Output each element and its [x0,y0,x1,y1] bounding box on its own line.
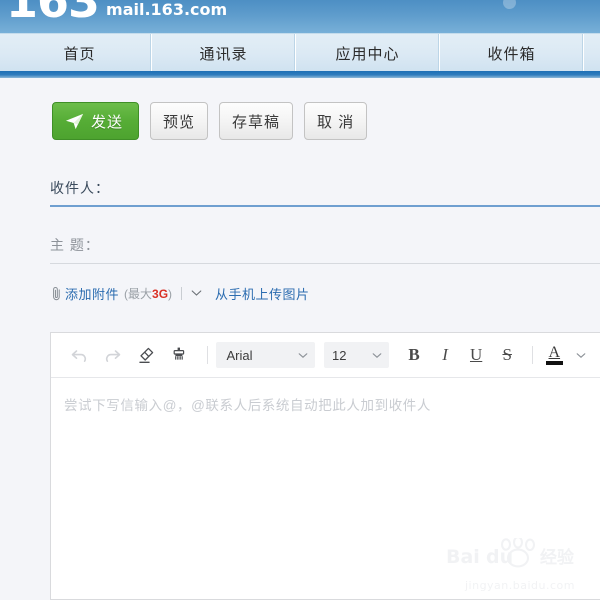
header-decoration-dot [503,0,516,9]
underline-label: U [469,345,483,364]
font-color-button[interactable]: A [542,340,567,370]
bold-label: B [408,345,420,364]
brand-logo[interactable]: 163 mail.163.com [6,0,227,24]
attachment-size-note: (最大3G) [124,285,172,302]
format-painter-button[interactable] [164,340,193,370]
redo-arrow-icon [106,349,121,362]
undo-arrow-icon [71,349,87,362]
font-family-select[interactable]: Arial [216,342,315,368]
paper-plane-icon [65,113,84,129]
recipient-field-row[interactable]: 收件人： [50,173,600,207]
phone-upload-link[interactable]: 从手机上传图片 [215,284,310,303]
sidebar-item-inbox[interactable]: 收件箱 [440,34,584,72]
sidebar-item-home[interactable]: 首页 [8,34,152,72]
tab-label-home: 首页 [63,45,96,63]
brand-163-text: 163 [6,0,100,28]
font-color-swatch [545,361,563,365]
bold-button[interactable]: B [398,340,429,370]
eraser-icon [139,347,154,363]
cancel-button-label: 取 消 [317,113,355,131]
attachment-note-suffix: ) [168,286,173,301]
font-family-value: Arial [226,347,253,363]
tab-label-contacts: 通讯录 [199,45,248,63]
preview-button[interactable]: 预览 [150,102,209,140]
subject-label: 主 题： [50,237,100,253]
toolbar-divider-1 [206,346,208,364]
italic-button[interactable]: I [430,340,461,370]
save-draft-button-label: 存草稿 [232,113,281,131]
strikethrough-button[interactable]: S [492,340,523,370]
editor-placeholder: 尝试下写信输入@，@联系人后系统自动把此人加到收件人 [64,398,432,413]
site-header: 163 mail.163.com [0,0,600,33]
redo-button[interactable] [98,340,127,370]
attachment-row: 添加附件 (最大3G) 从手机上传图片 [50,283,310,303]
toolbar-divider-2 [531,346,533,364]
cancel-button[interactable]: 取 消 [304,102,368,140]
tab-label-inbox: 收件箱 [487,45,536,63]
font-size-value: 12 [332,347,347,363]
subject-field-row[interactable]: 主 题： [50,230,600,264]
format-brush-icon [173,347,185,360]
tab-label-app-center: 应用中心 [335,45,400,63]
attachment-divider [181,286,183,300]
tab-left-spacer [0,34,8,72]
sidebar-item-contacts[interactable]: 通讯录 [152,34,296,72]
italic-label: I [442,345,448,364]
sidebar-item-app-center[interactable]: 应用中心 [296,34,440,72]
clear-format-button[interactable] [131,340,160,370]
preview-button-label: 预览 [163,113,196,131]
chevron-down-icon [298,352,308,358]
chevron-down-icon [373,352,382,358]
send-button[interactable]: 发送 [52,102,140,140]
save-draft-button[interactable]: 存草稿 [219,102,294,140]
font-size-select[interactable]: 12 [324,342,390,368]
attachment-note-prefix: (最大 [124,286,153,301]
paperclip-icon [53,286,60,300]
chevron-down-icon [577,352,586,358]
attachment-max-size: 3G [152,286,169,301]
compose-action-toolbar: 发送 预览 存草稿 取 消 [52,102,368,140]
main-nav-tabs: 首页 通讯录 应用中心 收件箱 [0,33,600,72]
strikethrough-label: S [502,345,512,364]
add-attachment-link[interactable]: 添加附件 [65,284,119,303]
rich-text-editor: Arial 12 B I U S A 尝试下写信输入@，@联系人后系统自动把此人… [50,332,600,600]
font-color-label: A [548,344,561,361]
nav-active-underline [0,71,600,78]
recipient-label: 收件人： [50,180,110,196]
font-color-dropdown-button[interactable] [567,340,596,370]
mail-compose-page: 163 mail.163.com 首页 通讯录 应用中心 收件箱 发送 预览 存… [0,0,600,600]
chevron-down-icon[interactable] [191,289,202,297]
brand-domain-text: mail.163.com [106,0,228,19]
underline-button[interactable]: U [461,340,492,370]
editor-body[interactable]: 尝试下写信输入@，@联系人后系统自动把此人加到收件人 [51,378,600,414]
editor-toolbar: Arial 12 B I U S A [51,333,600,378]
undo-button[interactable] [65,340,94,370]
send-button-label: 发送 [91,113,124,131]
